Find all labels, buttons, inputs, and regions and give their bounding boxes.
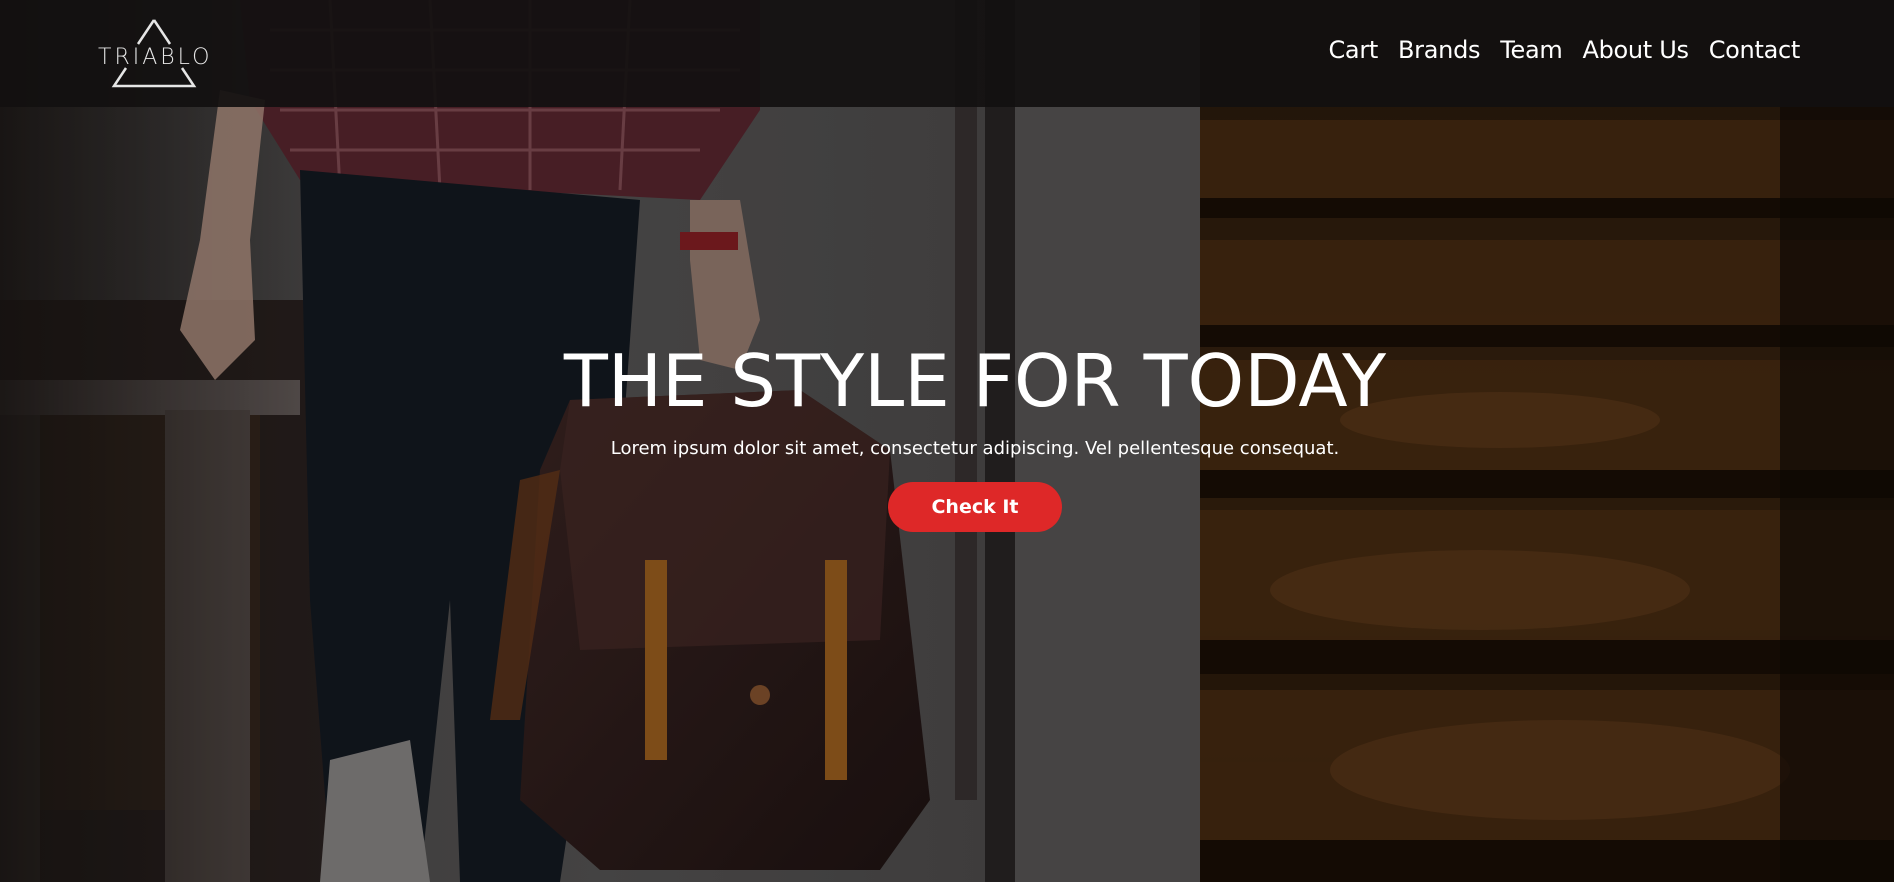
hero-subtitle: Lorem ipsum dolor sit amet, consectetur … [610,438,1340,459]
hero-section: TRIABLO Cart Brands Team About Us Contac… [0,0,1894,882]
nav-link-about-us[interactable]: About Us [1582,36,1689,64]
nav-link-brands[interactable]: Brands [1398,36,1481,64]
nav-link-team[interactable]: Team [1500,36,1563,64]
triablo-logo[interactable]: TRIABLO [98,18,210,88]
hero-content: THE STYLE FOR TODAY Lorem ipsum dolor si… [0,338,1894,532]
top-navbar: TRIABLO Cart Brands Team About Us Contac… [0,0,1894,107]
hero-title: THE STYLE FOR TODAY [563,339,1387,423]
nav-link-cart[interactable]: Cart [1328,36,1378,64]
logo-text: TRIABLO [98,45,213,70]
nav-link-contact[interactable]: Contact [1709,36,1801,64]
check-it-button[interactable]: Check It [888,482,1062,532]
main-nav: Cart Brands Team About Us Contact [1328,36,1800,64]
